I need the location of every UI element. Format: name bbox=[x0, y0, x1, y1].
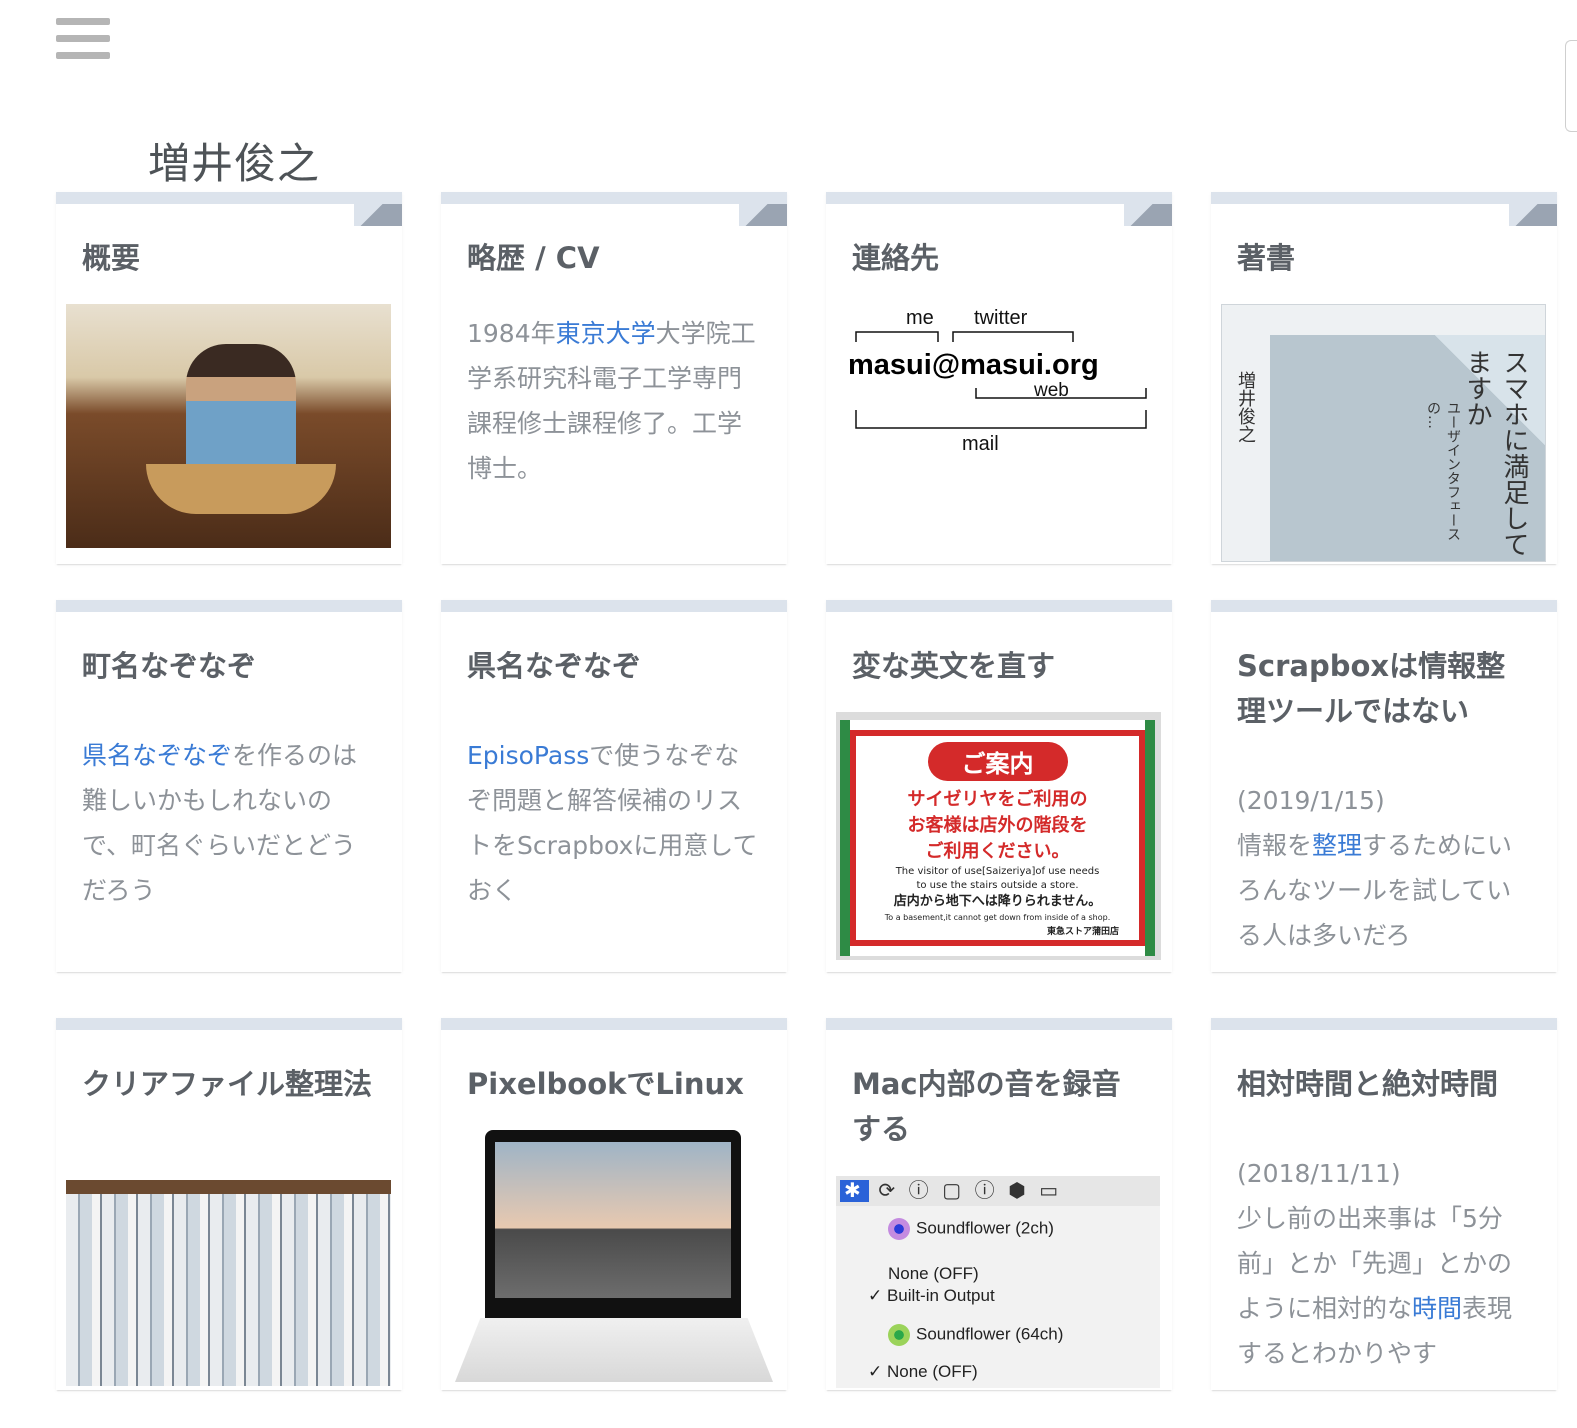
diagram-email: masui@masui.org bbox=[848, 349, 1099, 381]
card-fix-english[interactable]: 変な英文を直す ご案内 サイゼリヤをご利用の お客様は店外の階段を ご利用くださ… bbox=[826, 600, 1172, 972]
pin-icon bbox=[1124, 204, 1172, 226]
diagram-label-mail: mail bbox=[962, 433, 999, 455]
menu-icon[interactable] bbox=[56, 18, 110, 62]
sign-en2: to use the stairs outside a store. bbox=[916, 880, 1079, 891]
project-title[interactable]: 増井俊之 bbox=[148, 130, 320, 191]
menu-item-builtin-output: ✓ Built-in Output bbox=[868, 1286, 995, 1305]
link-episopass[interactable]: EpisoPass bbox=[467, 741, 589, 770]
card-description: 情報を整理するためにいろんなツールを試している人は多いだろ bbox=[1237, 831, 1513, 950]
pin-icon bbox=[1509, 204, 1557, 226]
card-title: PixelbookでLinux bbox=[467, 1067, 744, 1101]
card-title: 概要 bbox=[82, 241, 141, 275]
sign-heading: ご案内 bbox=[927, 742, 1068, 781]
card-books[interactable]: 著書 増井俊之 スマホに満足してますか ユーザインタフェースの… bbox=[1211, 192, 1557, 564]
menu-item-soundflower-2ch: Soundflower (2ch) bbox=[916, 1218, 1054, 1238]
card-contact[interactable]: 連絡先 me twitter masui@masui.org web mail bbox=[826, 192, 1172, 564]
card-title: Mac内部の音を録音する bbox=[852, 1067, 1121, 1146]
card-prefecture-riddle[interactable]: 県名なぞなぞ EpisoPassで使うなぞなぞ問題と解答候補のリストをScrap… bbox=[441, 600, 787, 972]
sign-photo: ご案内 サイゼリヤをご利用の お客様は店外の階段を ご利用ください。 The v… bbox=[836, 712, 1161, 960]
pin-icon bbox=[354, 204, 402, 226]
sign-en3: To a basement,it cannot get down from in… bbox=[884, 913, 1111, 922]
card-clear-file[interactable]: クリアファイル整理法 bbox=[56, 1018, 402, 1390]
sign-line3: ご利用ください。 bbox=[925, 841, 1070, 862]
card-date: (2018/11/11) bbox=[1237, 1159, 1401, 1188]
card-description: EpisoPassで使うなぞなぞ問題と解答候補のリストをScrapboxに用意し… bbox=[467, 741, 758, 905]
card-title: クリアファイル整理法 bbox=[82, 1067, 373, 1101]
sign-en1: The visitor of use[Saizeriya]of use need… bbox=[895, 866, 1100, 877]
card-scrapbox-not-tool[interactable]: Scrapboxは情報整理ツールではない (2019/1/15) 情報を整理する… bbox=[1211, 600, 1557, 972]
card-title: 略歴 / CV bbox=[467, 241, 600, 275]
book-subtitle: ユーザインタフェースの… bbox=[1425, 401, 1461, 541]
card-title: 相対時間と絶対時間 bbox=[1237, 1067, 1499, 1101]
card-thumbnail-photo bbox=[66, 304, 391, 548]
side-panel-handle[interactable] bbox=[1565, 40, 1577, 132]
files-photo bbox=[66, 1180, 391, 1386]
audio-menu-screenshot: ✱ ⟳ ⓘ ▢ ⓘ ⬢ ▭ Soundflower (2ch) None (OF… bbox=[836, 1176, 1160, 1388]
card-relative-time[interactable]: 相対時間と絶対時間 (2018/11/11) 少し前の出来事は「5分前」とか「先… bbox=[1211, 1018, 1557, 1390]
card-overview[interactable]: 概要 bbox=[56, 192, 402, 564]
sign-jp2: 店内から地下へは降りられません。 bbox=[893, 894, 1102, 909]
menu-item-none-2: ✓ None (OFF) bbox=[868, 1362, 978, 1381]
card-title: 連絡先 bbox=[852, 241, 940, 275]
card-description: 少し前の出来事は「5分前」とか「先週」とかのように相対的な時間表現するとわかりや… bbox=[1237, 1204, 1513, 1368]
card-pixelbook-linux[interactable]: PixelbookでLinux bbox=[441, 1018, 787, 1390]
book-author: 増井俊之 bbox=[1235, 371, 1256, 443]
link-jikan[interactable]: 時間 bbox=[1412, 1294, 1462, 1323]
diagram-label-twitter: twitter bbox=[974, 307, 1028, 329]
laptop-image bbox=[455, 1130, 775, 1390]
diagram-label-web: web bbox=[1033, 380, 1069, 401]
sign-line2: お客様は店外の階段を bbox=[907, 815, 1088, 836]
card-title: 県名なぞなぞ bbox=[467, 649, 642, 683]
link-todai[interactable]: 東京大学 bbox=[556, 319, 656, 348]
menu-item-none: None (OFF) bbox=[888, 1264, 979, 1283]
card-date: (2019/1/15) bbox=[1237, 786, 1385, 815]
card-description: 1984年東京大学大学院工学系研究科電子工学専門課程修士課程修了。工学博士。 bbox=[467, 319, 756, 483]
contact-diagram: me twitter masui@masui.org web mail bbox=[848, 307, 1147, 455]
book-cover: 増井俊之 スマホに満足してますか ユーザインタフェースの… bbox=[1221, 304, 1546, 562]
card-title: 変な英文を直す bbox=[852, 649, 1056, 683]
pin-icon bbox=[739, 204, 787, 226]
card-mac-audio[interactable]: Mac内部の音を録音する ✱ ⟳ ⓘ ▢ ⓘ ⬢ ▭ Soundflower (… bbox=[826, 1018, 1172, 1390]
card-title: 著書 bbox=[1237, 241, 1296, 275]
sign-footer: 東急ストア蒲田店 bbox=[1046, 927, 1119, 937]
card-title: Scrapboxは情報整理ツールではない bbox=[1237, 649, 1506, 728]
sign-line1: サイゼリヤをご利用の bbox=[907, 789, 1088, 810]
link-prefecture-riddle[interactable]: 県名なぞなぞ bbox=[82, 741, 232, 770]
card-title: 町名なぞなぞ bbox=[82, 649, 257, 683]
card-description: 県名なぞなぞを作るのは難しいかもしれないので、町名ぐらいだとどうだろう bbox=[82, 741, 358, 905]
card-town-riddle[interactable]: 町名なぞなぞ 県名なぞなぞを作るのは難しいかもしれないので、町名ぐらいだとどうだ… bbox=[56, 600, 402, 972]
menu-item-soundflower-64ch: Soundflower (64ch) bbox=[916, 1324, 1064, 1344]
card-cv[interactable]: 略歴 / CV 1984年東京大学大学院工学系研究科電子工学専門課程修士課程修了… bbox=[441, 192, 787, 564]
link-seiri[interactable]: 整理 bbox=[1312, 831, 1362, 860]
book-title: スマホに満足してますか bbox=[1462, 349, 1529, 557]
diagram-label-me: me bbox=[906, 307, 934, 329]
